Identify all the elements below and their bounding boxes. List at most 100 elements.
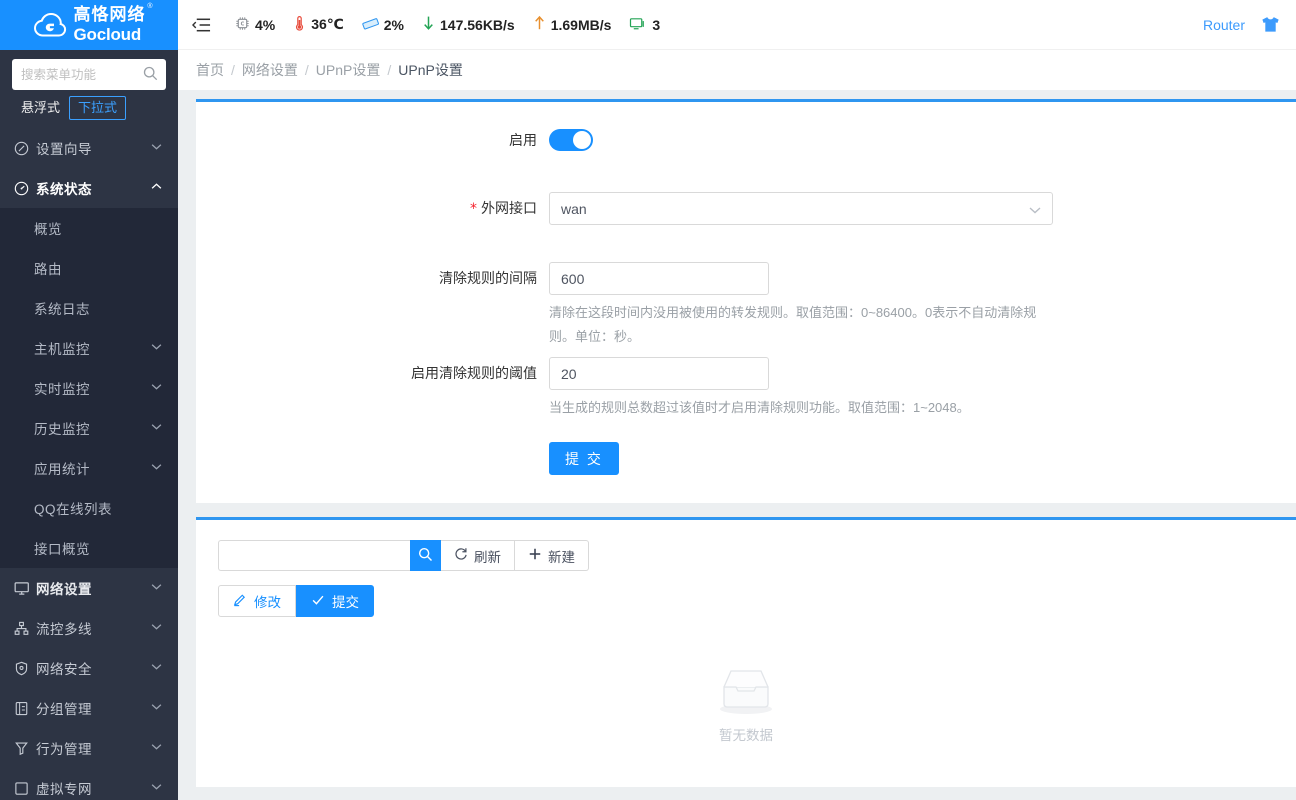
- mode-tab-dropdown[interactable]: 下拉式: [69, 96, 127, 120]
- router-label[interactable]: Router: [1203, 17, 1245, 33]
- rules-search-button[interactable]: [410, 540, 441, 571]
- cpu-icon: C: [235, 16, 250, 34]
- sidebar-subitem-realtime-monitor[interactable]: 实时监控: [0, 368, 178, 408]
- empty-state: 暂无数据: [196, 617, 1296, 744]
- sidebar-item-system-status[interactable]: 系统状态: [0, 168, 178, 208]
- edit-button[interactable]: 修改: [218, 585, 296, 617]
- clear-interval-control: 清除在这段时间内没用被使用的转发规则。取值范围：0~86400。0表示不自动清除…: [549, 262, 1296, 349]
- sidebar-menu: 设置向导 系统状态 概览 路由 系统日志 主机监控 实时监控 历史监控 应用统计…: [0, 128, 178, 800]
- enable-label: 启用: [509, 132, 537, 148]
- chevron-up-icon: [151, 183, 162, 193]
- chevron-down-icon: [1029, 201, 1041, 217]
- skin-shirt-icon[interactable]: [1261, 16, 1280, 33]
- stat-value: 36℃: [311, 16, 344, 32]
- breadcrumb-item-home[interactable]: 首页: [196, 60, 224, 80]
- wan-interface-select[interactable]: wan: [549, 192, 1053, 225]
- chevron-down-icon: [151, 743, 162, 753]
- chevron-down-icon: [151, 383, 162, 393]
- rules-submit-button[interactable]: 提交: [296, 585, 374, 617]
- sidebar-subitem-system-log[interactable]: 系统日志: [0, 288, 178, 328]
- sidebar-item-behavior-management[interactable]: 行为管理: [0, 728, 178, 768]
- stat-value: 4%: [255, 16, 276, 33]
- chevron-down-icon: [151, 423, 162, 433]
- sidebar-subitem-app-stats[interactable]: 应用统计: [0, 448, 178, 488]
- search-icon: [418, 547, 433, 565]
- mode-tab-floating[interactable]: 悬浮式: [12, 96, 70, 120]
- registered-mark: ®: [147, 3, 153, 10]
- toggle-knob: [573, 131, 591, 149]
- flow-icon: [14, 621, 36, 636]
- upload-arrow-icon: [533, 15, 546, 34]
- clear-interval-input[interactable]: [549, 262, 769, 295]
- breadcrumb-item-current: UPnP设置: [398, 62, 463, 78]
- sidebar-item-flow-control[interactable]: 流控多线: [0, 608, 178, 648]
- form-row-submit: 提 交: [196, 442, 1296, 475]
- sidebar-item-label: 行为管理: [36, 742, 92, 757]
- chevron-down-icon: [151, 463, 162, 473]
- sidebar-item-label: 系统状态: [36, 182, 92, 197]
- menu-collapse-icon[interactable]: [192, 17, 220, 33]
- required-star: *: [470, 201, 477, 217]
- sidebar-item-network-security[interactable]: 网络安全: [0, 648, 178, 688]
- chevron-down-icon: [151, 623, 162, 633]
- form-row-clear-interval: 清除规则的间隔 清除在这段时间内没用被使用的转发规则。取值范围：0~86400。…: [196, 262, 1296, 349]
- sidebar-subitem-route[interactable]: 路由: [0, 248, 178, 288]
- submit-button[interactable]: 提 交: [549, 442, 619, 475]
- dashboard-icon: [14, 181, 36, 196]
- shield-icon: [14, 661, 36, 676]
- sidebar-subitem-overview[interactable]: 概览: [0, 208, 178, 248]
- sidebar-subitem-label: 接口概览: [34, 542, 90, 557]
- rules-action-toolbar: 修改 提交: [196, 571, 1296, 617]
- sidebar-item-setup-wizard[interactable]: 设置向导: [0, 128, 178, 168]
- empty-text: 暂无数据: [719, 728, 773, 743]
- enable-control: [549, 124, 1296, 151]
- pencil-icon: [233, 593, 247, 610]
- brand-name-cn: 高恪网络: [73, 5, 146, 25]
- form-row-enable: 启用: [196, 124, 1296, 156]
- sidebar-subitem-host-monitor[interactable]: 主机监控: [0, 328, 178, 368]
- breadcrumb-item-upnp[interactable]: UPnP设置: [316, 60, 381, 80]
- new-button[interactable]: 新建: [515, 540, 589, 571]
- breadcrumb-separator: /: [231, 62, 235, 78]
- sidebar-item-label: 流控多线: [36, 622, 92, 637]
- brand-text: ® 高恪网络 Gocloud: [73, 3, 153, 43]
- sidebar-item-group-management[interactable]: 分组管理: [0, 688, 178, 728]
- sidebar-subitem-label: 系统日志: [34, 302, 90, 317]
- refresh-button[interactable]: 刷新: [441, 540, 515, 571]
- sidebar-subitem-history-monitor[interactable]: 历史监控: [0, 408, 178, 448]
- sidebar-subitem-label: 主机监控: [34, 342, 90, 357]
- svg-text:C: C: [241, 21, 245, 27]
- sidebar-subitem-qq-online-list[interactable]: QQ在线列表: [0, 488, 178, 528]
- enable-toggle[interactable]: [549, 129, 593, 151]
- rules-toolbar: 刷新 新建: [196, 540, 1296, 571]
- memory-icon: [362, 16, 379, 34]
- stat-temperature: 36℃: [286, 15, 351, 34]
- compass-icon: [14, 141, 36, 156]
- wan-interface-label: * 外网接口: [196, 192, 549, 225]
- chevron-down-icon: [151, 783, 162, 793]
- stat-value: 1.69MB/s: [550, 16, 612, 33]
- sidebar-item-network-settings[interactable]: 网络设置: [0, 568, 178, 608]
- cloud-logo-icon: [33, 12, 66, 36]
- filter-icon: [14, 741, 36, 756]
- breadcrumb-separator: /: [304, 62, 309, 78]
- sidebar-search-box[interactable]: [12, 59, 166, 90]
- clear-threshold-input[interactable]: [549, 357, 769, 390]
- sidebar-subitem-interface-overview[interactable]: 接口概览: [0, 528, 178, 568]
- stat-value: 2%: [383, 16, 404, 33]
- sidebar-item-vpn[interactable]: 虚拟专网: [0, 768, 178, 800]
- chevron-down-icon: [151, 143, 162, 153]
- thermometer-icon: [293, 15, 306, 34]
- sidebar-subitem-label: 概览: [34, 222, 62, 237]
- chevron-down-icon: [151, 663, 162, 673]
- stat-memory: 2%: [355, 16, 411, 34]
- sidebar-item-label: 网络安全: [36, 662, 92, 677]
- breadcrumb-item-network-settings[interactable]: 网络设置: [242, 60, 298, 80]
- monitor-icon: [14, 581, 36, 596]
- label-text: 外网接口: [481, 200, 537, 216]
- brand-logo[interactable]: ® 高恪网络 Gocloud: [0, 0, 178, 50]
- rules-search-input[interactable]: [218, 540, 410, 571]
- sidebar: ® 高恪网络 Gocloud 悬浮式 下拉式: [0, 0, 178, 800]
- button-label: 修改: [254, 595, 281, 610]
- check-icon: [311, 593, 325, 610]
